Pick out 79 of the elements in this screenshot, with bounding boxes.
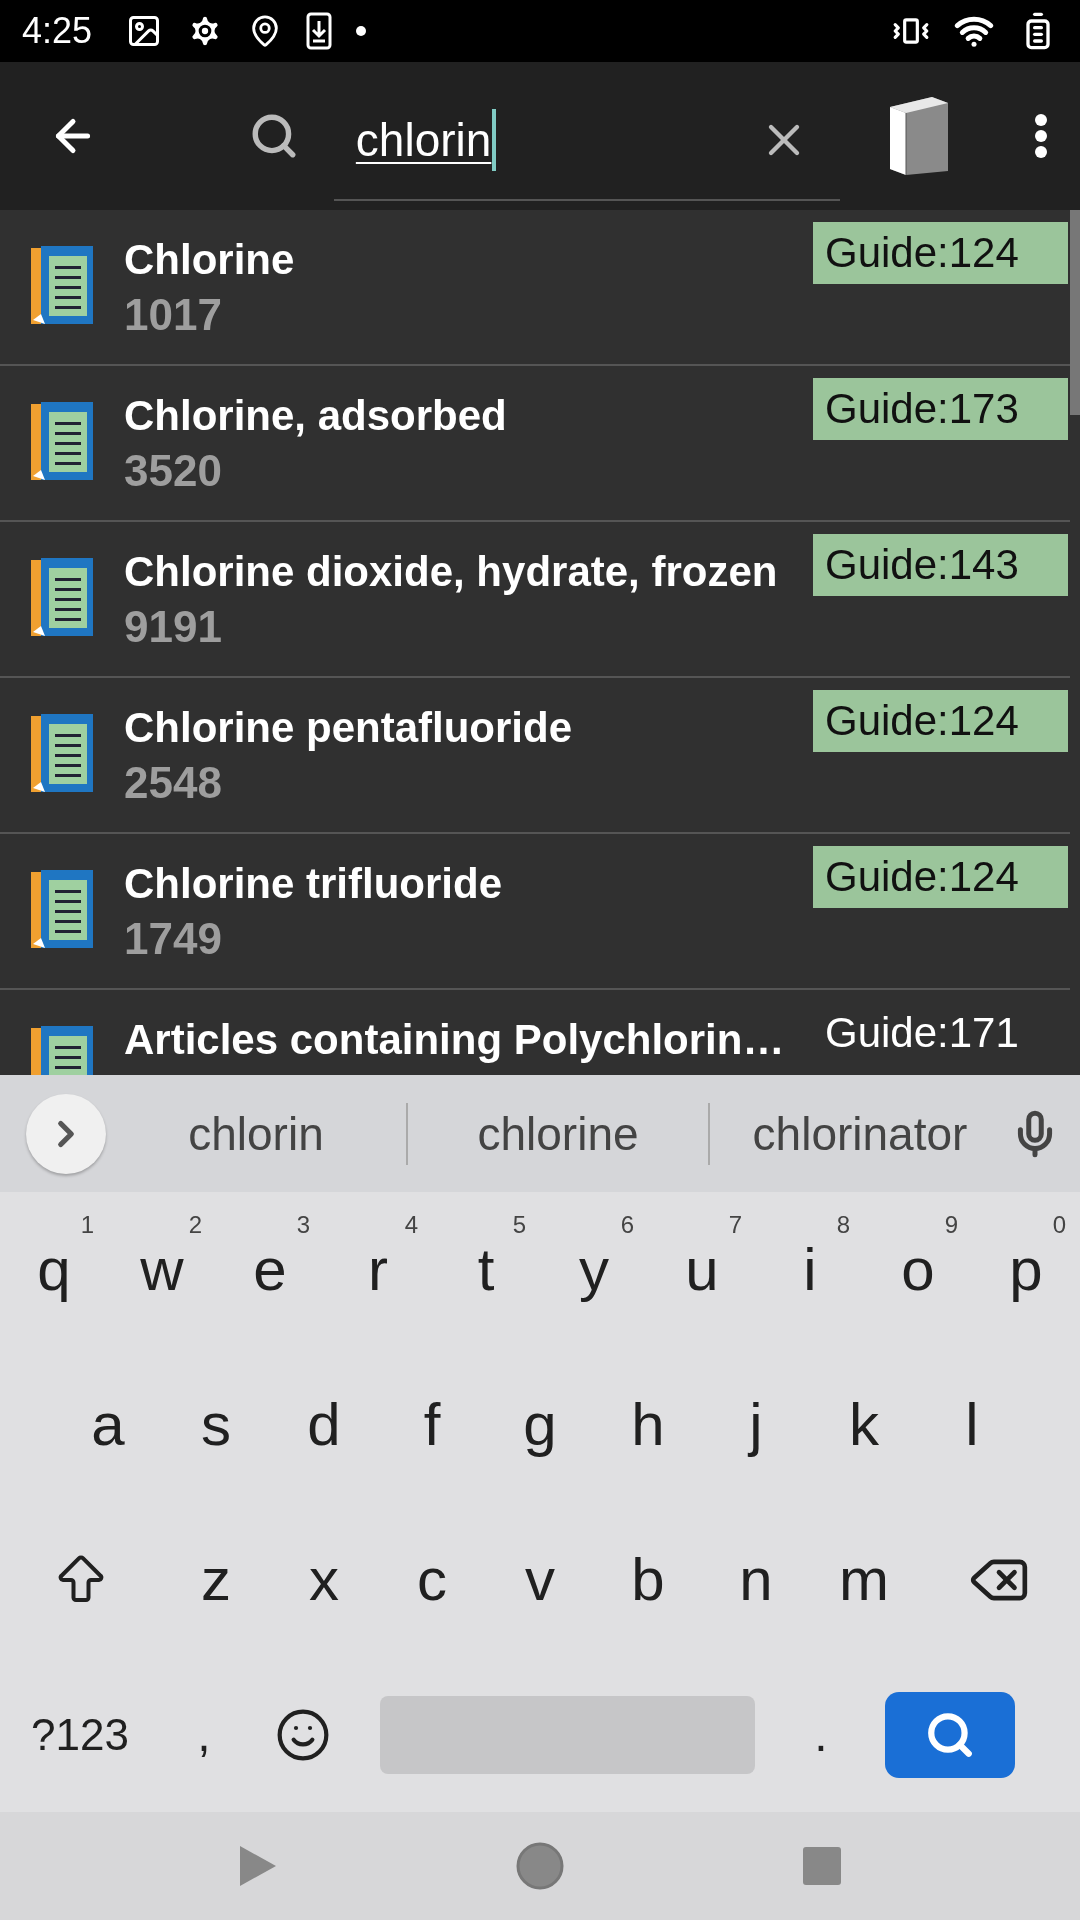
- key-hint: 1: [80, 1210, 94, 1239]
- book-icon: [29, 712, 95, 794]
- keyboard-key[interactable]: t 5: [432, 1204, 540, 1335]
- keyboard-key[interactable]: j: [702, 1359, 810, 1490]
- keyboard-key[interactable]: n: [702, 1514, 810, 1645]
- guide-label: Guide:124: [813, 222, 1068, 284]
- keyboard-key[interactable]: i 8: [756, 1204, 864, 1335]
- download-icon: [306, 12, 333, 50]
- keyboard-key[interactable]: a: [54, 1359, 162, 1490]
- keyboard-key[interactable]: .: [777, 1669, 865, 1800]
- keyboard-key[interactable]: q 1: [0, 1204, 108, 1335]
- key-hint: 9: [944, 1210, 958, 1239]
- keyboard-key[interactable]: c: [378, 1514, 486, 1645]
- keyboard-key[interactable]: d: [270, 1359, 378, 1490]
- menu-icon: [1033, 113, 1048, 159]
- keyboard-key[interactable]: o 9: [864, 1204, 972, 1335]
- key-hint: 5: [512, 1210, 526, 1239]
- key-hint: 4: [404, 1210, 418, 1239]
- guide-label: Guide:171: [824, 1008, 1020, 1058]
- notification-dot: [356, 26, 367, 36]
- result-row[interactable]: Chlorine, adsorbed 3520 Guide:173: [0, 366, 1070, 522]
- home-icon: [515, 1841, 565, 1891]
- keyboard-key[interactable]: u 7: [648, 1204, 756, 1335]
- keyboard-key[interactable]: k: [810, 1359, 918, 1490]
- key-hint: 8: [836, 1210, 850, 1239]
- result-number: 1749: [124, 914, 222, 964]
- keyboard-key[interactable]: ,: [160, 1669, 248, 1800]
- result-number: 9191: [124, 602, 222, 652]
- keyboard-key[interactable]: m: [810, 1514, 918, 1645]
- suggestion[interactable]: chlorine: [408, 1106, 708, 1161]
- result-row[interactable]: Chlorine 1017 Guide:124: [0, 210, 1070, 366]
- keyboard-key[interactable]: z: [162, 1514, 270, 1645]
- result-title: Chlorine: [124, 236, 295, 284]
- keyboard-key[interactable]: l: [918, 1359, 1026, 1490]
- result-number: 3520: [124, 446, 222, 496]
- suggestion[interactable]: chlorin: [106, 1106, 406, 1161]
- result-row[interactable]: Chlorine trifluoride 1749 Guide:124: [0, 834, 1070, 990]
- status-time: 4:25: [22, 10, 93, 52]
- expand-button[interactable]: [26, 1093, 106, 1174]
- result-title: Chlorine dioxide, hydrate, frozen: [124, 548, 778, 596]
- keyboard-key[interactable]: g: [486, 1359, 594, 1490]
- keyboard-key[interactable]: p 0: [972, 1204, 1080, 1335]
- symbols-key[interactable]: ?123: [0, 1669, 160, 1800]
- home-button[interactable]: [515, 1841, 565, 1891]
- result-row[interactable]: Chlorine pentafluoride 2548 Guide:124: [0, 678, 1070, 834]
- book-icon: [29, 556, 95, 638]
- keyboard-key[interactable]: s: [162, 1359, 270, 1490]
- key-hint: 0: [1052, 1210, 1066, 1239]
- guide-label: Guide:124: [813, 846, 1068, 908]
- key-hint: 3: [296, 1210, 310, 1239]
- suggestion[interactable]: chlorinator: [710, 1106, 1010, 1161]
- key-hint: 2: [188, 1210, 202, 1239]
- key-hint: 6: [620, 1210, 634, 1239]
- guide-label: Guide:124: [813, 690, 1068, 752]
- guide-label: Guide:143: [813, 534, 1068, 596]
- text-cursor: [492, 109, 497, 171]
- book-icon: [29, 868, 95, 950]
- keyboard-key[interactable]: y 6: [540, 1204, 648, 1335]
- result-title: Chlorine trifluoride: [124, 860, 502, 908]
- keyboard-key[interactable]: r 4: [324, 1204, 432, 1335]
- key-hint: 7: [728, 1210, 742, 1239]
- search-key[interactable]: [885, 1691, 1015, 1778]
- book-icon: [29, 244, 95, 326]
- book-icon: [29, 400, 95, 482]
- result-title: Articles containing Polychlorin…: [124, 1016, 785, 1064]
- keyboard-key[interactable]: h: [594, 1359, 702, 1490]
- result-number: 1017: [124, 290, 222, 340]
- result-title: Chlorine, adsorbed: [124, 392, 507, 440]
- guide-label: Guide:173: [813, 378, 1068, 440]
- result-row[interactable]: Chlorine dioxide, hydrate, frozen 9191 Guide:143: [0, 522, 1070, 678]
- result-title: Chlorine pentafluoride: [124, 704, 572, 752]
- keyboard-key[interactable]: x: [270, 1514, 378, 1645]
- result-number: 2548: [124, 758, 222, 808]
- keyboard-key[interactable]: f: [378, 1359, 486, 1490]
- keyboard-key[interactable]: w 2: [108, 1204, 216, 1335]
- keyboard-key[interactable]: v: [486, 1514, 594, 1645]
- keyboard-key[interactable]: e 3: [216, 1204, 324, 1335]
- keyboard-key[interactable]: b: [594, 1514, 702, 1645]
- square-icon: [801, 1846, 842, 1886]
